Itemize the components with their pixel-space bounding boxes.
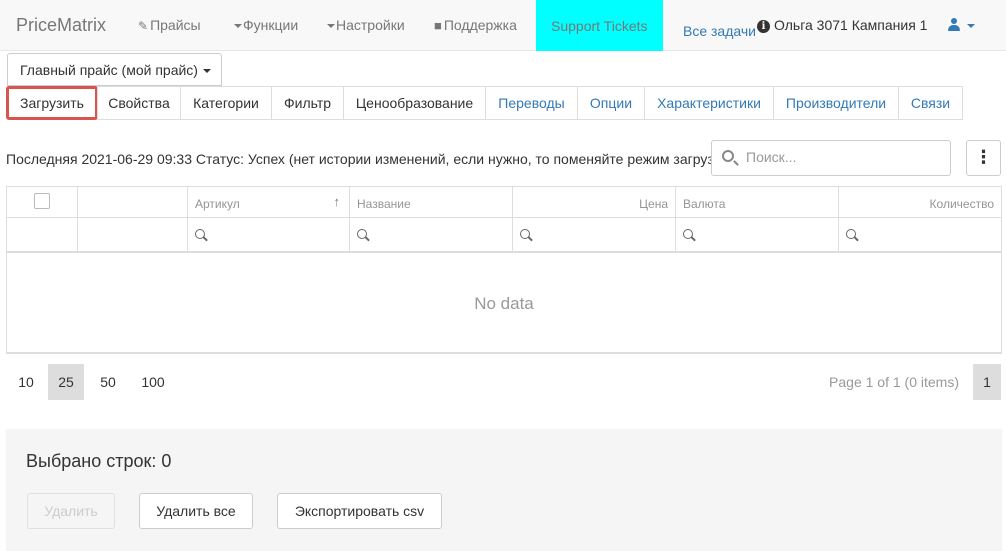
export-csv-button[interactable]: Экспортировать csv [277, 493, 442, 529]
empty-grid-message: No data [474, 294, 534, 313]
command-column-header [78, 187, 188, 218]
column-header-price[interactable]: Цена [513, 187, 676, 218]
delete-button[interactable]: Удалить [27, 493, 115, 529]
nav-functions-label: Функции [243, 17, 299, 33]
price-selector-dropdown[interactable]: Главный прайс (мой прайс) [7, 53, 222, 86]
user-menu-button[interactable] [948, 17, 975, 33]
column-header-sku-label: Артикул [195, 197, 240, 211]
search-icon [722, 150, 734, 162]
tab-pricing[interactable]: Ценообразование [343, 86, 486, 120]
brand-logo[interactable]: PriceMatrix [16, 15, 106, 36]
comment-icon: ■ [434, 18, 442, 33]
search-input[interactable] [746, 149, 936, 165]
tab-properties[interactable]: Свойства [97, 86, 181, 120]
tab-upload[interactable]: Загрузить [6, 86, 98, 120]
page-size-25[interactable]: 25 [48, 364, 84, 400]
filter-sku[interactable] [188, 218, 350, 252]
page-number-button[interactable]: 1 [973, 364, 1001, 400]
top-navbar: PriceMatrix ✎ Прайсы Функции Настройки ■ П… [0, 0, 1006, 51]
page-info: Page 1 of 1 (0 items) [829, 374, 959, 390]
page-size-50[interactable]: 50 [90, 364, 126, 400]
tab-links[interactable]: Связи [898, 86, 963, 120]
nav-prices-label: Прайсы [150, 17, 201, 33]
divider [7, 252, 1001, 253]
filter-quantity[interactable] [839, 218, 1001, 252]
search-icon [357, 229, 367, 239]
price-selector-label: Главный прайс (мой прайс) [20, 62, 198, 78]
select-all-checkbox[interactable] [34, 193, 50, 209]
tab-characteristics[interactable]: Характеристики [644, 86, 774, 120]
tab-categories[interactable]: Категории [180, 86, 272, 120]
tab-manufacturers[interactable]: Производители [773, 86, 899, 120]
edit-icon: ✎ [138, 19, 149, 33]
search-icon [846, 229, 856, 239]
caret-down-icon [327, 24, 335, 28]
user-info: i Ольга 3071 Кампания 1 [757, 17, 927, 33]
nav-settings[interactable]: Настройки [327, 17, 405, 33]
select-all-header [7, 187, 78, 218]
tab-options[interactable]: Опции [577, 86, 645, 120]
info-icon: i [757, 20, 770, 33]
vertical-dots-icon: ⋮ [974, 147, 993, 167]
user-info-text: Ольга 3071 Кампания 1 [774, 17, 928, 33]
tab-filter[interactable]: Фильтр [271, 86, 344, 120]
nav-support-tickets[interactable]: Support Tickets [536, 0, 663, 51]
nav-all-tasks[interactable]: Все задачи [683, 23, 756, 39]
nav-settings-label: Настройки [336, 17, 405, 33]
search-icon [520, 229, 530, 239]
more-options-button[interactable]: ⋮ [966, 140, 1001, 176]
page-size-10[interactable]: 10 [8, 364, 44, 400]
column-header-name[interactable]: Название [350, 187, 513, 218]
search-icon [683, 229, 693, 239]
selected-rows-count: Выбрано строк: 0 [26, 451, 172, 471]
filter-cell-empty [7, 218, 78, 252]
filter-price[interactable] [513, 218, 676, 252]
data-grid: Артикул ↑ Название Цена Валюта Количеств… [6, 186, 1002, 353]
delete-all-button[interactable]: Удалить все [139, 493, 253, 529]
selection-panel: Выбрано строк: 0 Удалить Удалить все Экс… [6, 429, 1002, 551]
pager: 10 25 50 100 Page 1 of 1 (0 items) 1 [6, 353, 1002, 408]
filter-cell-empty [78, 218, 188, 252]
caret-down-icon [967, 24, 975, 28]
column-header-quantity[interactable]: Количество [839, 187, 1001, 218]
filter-currency[interactable] [676, 218, 839, 252]
nav-support[interactable]: ■ Поддержка [434, 17, 517, 33]
page-size-100[interactable]: 100 [132, 364, 174, 400]
nav-functions[interactable]: Функции [234, 17, 298, 33]
nav-support-label: Поддержка [443, 17, 517, 33]
search-box[interactable] [711, 140, 951, 176]
filter-name[interactable] [350, 218, 513, 252]
sort-ascending-icon: ↑ [333, 194, 341, 209]
tab-translations[interactable]: Переводы [485, 86, 578, 120]
caret-down-icon [202, 69, 211, 73]
search-icon [195, 229, 205, 239]
column-header-currency[interactable]: Валюта [676, 187, 839, 218]
upload-status-text: Последняя 2021-06-29 09:33 Статус: Успех… [6, 151, 711, 167]
nav-prices[interactable]: ✎ Прайсы [138, 17, 201, 33]
caret-down-icon [234, 24, 242, 28]
user-icon [948, 18, 960, 31]
column-header-sku[interactable]: Артикул ↑ [188, 187, 350, 218]
